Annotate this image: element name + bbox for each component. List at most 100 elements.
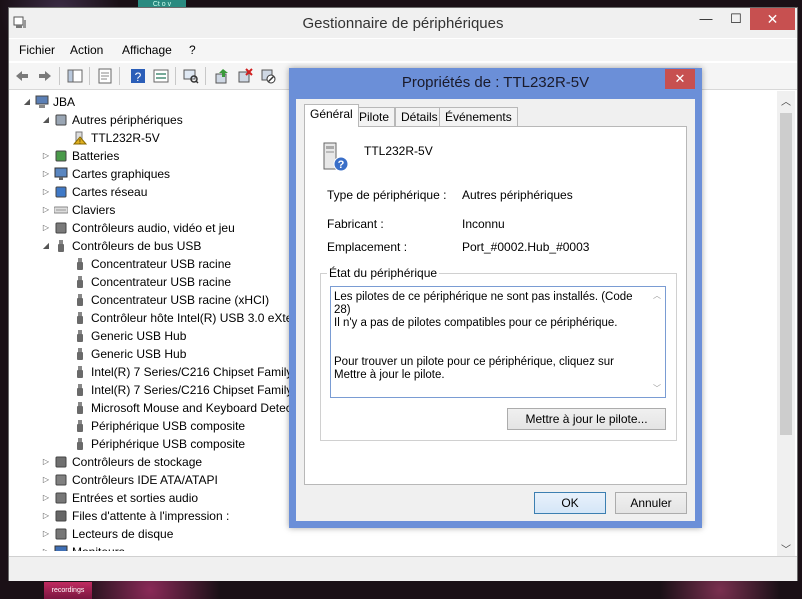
tree-vertical-scrollbar[interactable]: ︿ ﹀ xyxy=(777,91,795,557)
usb-icon xyxy=(77,330,83,342)
status-line: Les pilotes de ce périphérique ne sont p… xyxy=(334,291,633,316)
status-line: Il n'y a pas de pilotes compatibles pour… xyxy=(334,317,618,329)
properties-dialog: Propriétés de : TTL232R-5V ✕ Général Pil… xyxy=(289,68,702,528)
computer-icon xyxy=(35,95,49,108)
show-hide-console-tree-icon[interactable] xyxy=(67,68,83,84)
svg-text:?: ? xyxy=(135,70,142,84)
computer-view-icon[interactable] xyxy=(153,68,169,84)
scroll-down-arrow[interactable]: ﹀ xyxy=(777,541,795,556)
usb-icon xyxy=(77,438,83,450)
update-driver-icon[interactable] xyxy=(214,68,230,84)
close-button[interactable]: ✕ xyxy=(750,8,795,30)
expand-arrow-icon[interactable]: ▷ xyxy=(40,471,52,489)
warning-device-icon: ! xyxy=(73,131,87,145)
usb-icon xyxy=(77,402,83,414)
tab-general[interactable]: Général xyxy=(304,104,359,127)
expand-arrow-icon[interactable]: ▷ xyxy=(40,183,52,201)
audio-icon xyxy=(55,222,67,234)
title-bar[interactable]: Gestionnaire de périphériques — ☐ ✕ xyxy=(9,8,797,38)
cancel-button[interactable]: Annuler xyxy=(615,492,687,514)
tree-item-label: TTL232R-5V xyxy=(91,131,160,145)
expand-arrow-icon[interactable]: ▷ xyxy=(40,165,52,183)
collapse-arrow-icon[interactable]: ◢ xyxy=(40,111,52,129)
tree-item-label: Intel(R) 7 Series/C216 Chipset Family U xyxy=(91,365,305,379)
dialog-body: Général Pilote Détails Événements ? TTL2… xyxy=(296,99,695,521)
tree-item-label: Contrôleurs IDE ATA/ATAPI xyxy=(72,473,218,487)
status-scrollbar[interactable]: ︿ ﹀ xyxy=(650,287,665,397)
collapse-arrow-icon[interactable]: ◢ xyxy=(21,93,33,111)
properties-icon[interactable] xyxy=(97,68,113,84)
disk-icon xyxy=(55,528,67,540)
status-scroll-down[interactable]: ﹀ xyxy=(653,383,661,394)
printer-icon xyxy=(55,510,67,522)
menu-bar: Fichier Action Affichage ? xyxy=(9,39,797,61)
expand-arrow-icon[interactable]: ▷ xyxy=(40,201,52,219)
device-status-title: État du périphérique xyxy=(327,266,440,280)
speaker-icon xyxy=(55,492,67,504)
usb-icon xyxy=(77,276,83,288)
unknown-device-icon: ? xyxy=(323,142,349,172)
network-adapter-icon xyxy=(55,186,67,198)
dialog-close-button[interactable]: ✕ xyxy=(665,69,695,89)
expand-arrow-icon[interactable]: ▷ xyxy=(40,525,52,543)
menu-action[interactable]: Action xyxy=(70,43,103,57)
tree-item-label: Files d'attente à l'impression : xyxy=(72,509,230,523)
tree-item-label: Périphérique USB composite xyxy=(91,437,246,451)
maximize-button[interactable]: ☐ xyxy=(722,8,750,30)
expand-arrow-icon[interactable]: ▷ xyxy=(40,219,52,237)
device-status-textbox[interactable]: Les pilotes de ce périphérique ne sont p… xyxy=(330,286,666,398)
collapse-arrow-icon[interactable]: ◢ xyxy=(40,237,52,255)
tab-pilote[interactable]: Pilote xyxy=(353,107,396,126)
toolbar-separator xyxy=(89,67,90,85)
display-adapter-icon xyxy=(54,167,68,180)
expand-arrow-icon[interactable]: ▷ xyxy=(40,453,52,471)
expand-arrow-icon[interactable]: ▷ xyxy=(40,507,52,525)
taskbar-item[interactable]: recordings xyxy=(44,582,92,599)
tree-item-label: Concentrateur USB racine xyxy=(91,257,232,271)
disable-device-icon[interactable] xyxy=(260,68,276,84)
forward-icon[interactable] xyxy=(37,68,53,84)
tree-item-label: Generic USB Hub xyxy=(91,347,187,361)
tree-item-label: Contrôleurs de bus USB xyxy=(72,239,202,253)
status-line: Pour trouver un pilote pour ce périphéri… xyxy=(334,356,614,381)
usb-icon xyxy=(77,420,83,432)
window-title: Gestionnaire de périphériques xyxy=(302,15,504,32)
scroll-thumb[interactable] xyxy=(780,113,792,435)
expand-arrow-icon[interactable]: ▷ xyxy=(40,147,52,165)
scroll-up-arrow[interactable]: ︿ xyxy=(777,93,795,108)
tree-item-label: Contrôleurs de stockage xyxy=(72,455,203,469)
usb-icon xyxy=(77,258,83,270)
ok-button[interactable]: OK xyxy=(534,492,606,514)
tree-item-label: Cartes réseau xyxy=(72,185,148,199)
tab-evenements[interactable]: Événements xyxy=(439,107,518,126)
tree-item-label: Contrôleur hôte Intel(R) USB 3.0 eXter xyxy=(91,311,297,325)
dialog-title: Propriétés de : TTL232R-5V xyxy=(401,74,590,91)
status-scroll-up[interactable]: ︿ xyxy=(653,290,661,301)
toolbar-separator xyxy=(175,67,176,85)
tree-item[interactable]: ▷ Moniteurs xyxy=(40,543,440,551)
toolbar-separator xyxy=(119,67,120,85)
tree-item-label: Cartes graphiques xyxy=(72,167,171,181)
menu-help[interactable]: ? xyxy=(189,43,196,57)
back-icon[interactable] xyxy=(14,68,30,84)
usb-icon xyxy=(77,348,83,360)
tree-item-label: Generic USB Hub xyxy=(91,329,187,343)
device-type-label: Type de périphérique : xyxy=(327,188,447,202)
minimize-button[interactable]: — xyxy=(692,8,720,30)
ide-icon xyxy=(55,474,67,486)
expand-arrow-icon[interactable]: ▷ xyxy=(40,543,52,551)
scan-hardware-icon[interactable] xyxy=(183,68,199,84)
storage-icon xyxy=(55,456,67,468)
general-tab-panel: ? TTL232R-5V Type de périphérique : Autr… xyxy=(304,126,687,485)
location-value: Port_#0002.Hub_#0003 xyxy=(462,240,590,254)
menu-fichier[interactable]: Fichier xyxy=(19,43,55,57)
tab-details[interactable]: Détails xyxy=(395,107,444,126)
location-label: Emplacement : xyxy=(327,240,408,254)
expand-arrow-icon[interactable]: ▷ xyxy=(40,489,52,507)
manufacturer-label: Fabricant : xyxy=(327,217,384,231)
status-bar xyxy=(9,556,797,581)
help-icon[interactable]: ? xyxy=(130,68,146,84)
uninstall-icon[interactable] xyxy=(237,68,253,84)
menu-affichage[interactable]: Affichage xyxy=(122,43,172,57)
update-driver-button[interactable]: Mettre à jour le pilote... xyxy=(507,408,666,430)
